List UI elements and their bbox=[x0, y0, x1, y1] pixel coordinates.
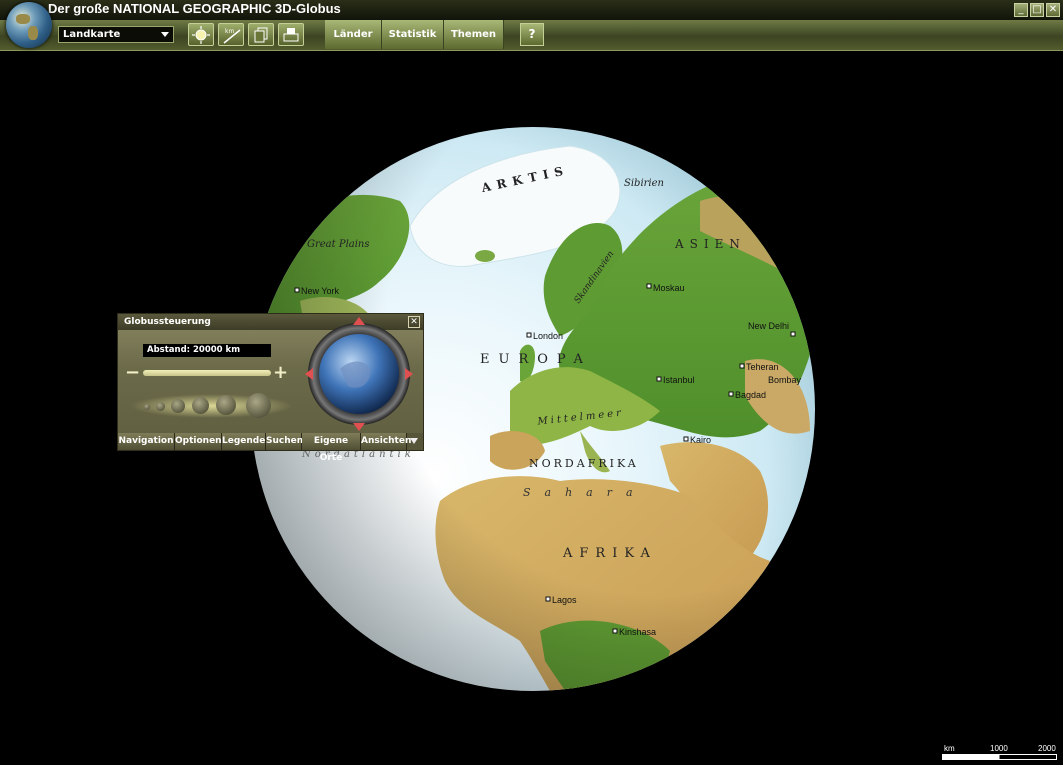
label-europa: EUROPA bbox=[480, 352, 592, 367]
tab-navigation[interactable]: Navigation bbox=[118, 433, 175, 450]
label-afrika: AFRIKA bbox=[562, 546, 657, 561]
panel-title: Globussteuerung bbox=[124, 317, 211, 327]
close-button[interactable]: ✕ bbox=[1046, 3, 1060, 17]
tab-suchen[interactable]: Suchen bbox=[266, 433, 303, 450]
copy-button[interactable] bbox=[248, 23, 274, 46]
chevron-down-icon bbox=[161, 32, 169, 37]
city-kairo[interactable]: Kairo bbox=[690, 435, 711, 445]
tab-eigene-orte[interactable]: Eigene Orte bbox=[302, 433, 361, 463]
city-moskau[interactable]: Moskau bbox=[653, 283, 685, 293]
help-button[interactable]: ? bbox=[520, 23, 544, 46]
copy-icon bbox=[254, 27, 268, 43]
label-sibirien: Sibirien bbox=[624, 178, 664, 189]
chevron-down-icon[interactable] bbox=[410, 438, 418, 444]
zoom-preset-3[interactable] bbox=[171, 399, 185, 413]
globe-control-panel: Globussteuerung ✕ Abstand: 20000 km − + bbox=[117, 313, 424, 463]
navigation-globe[interactable] bbox=[300, 314, 418, 432]
zoom-out-button[interactable]: − bbox=[125, 364, 140, 382]
svg-text:km: km bbox=[225, 28, 234, 35]
minimize-button[interactable]: _ bbox=[1014, 3, 1028, 17]
printer-icon bbox=[283, 28, 299, 42]
city-marker[interactable] bbox=[545, 596, 551, 602]
tab-laender[interactable]: Länder bbox=[325, 20, 382, 49]
toolbar: Landkarte km Länder Statistik Themen ? bbox=[0, 20, 1063, 51]
title-bar: Der große NATIONAL GEOGRAPHIC 3D-Globus … bbox=[0, 0, 1063, 20]
city-kinshasa[interactable]: Kinshasa bbox=[619, 627, 656, 637]
map-view-select[interactable]: Landkarte bbox=[58, 26, 174, 43]
zoom-slider[interactable] bbox=[143, 370, 271, 376]
sun-light-button[interactable] bbox=[188, 23, 214, 46]
city-teheran[interactable]: Teheran bbox=[746, 362, 779, 372]
city-new-delhi[interactable]: New Delhi bbox=[748, 321, 789, 331]
city-marker[interactable] bbox=[646, 283, 652, 289]
label-sahara: Sahara bbox=[523, 486, 647, 499]
tab-themen[interactable]: Themen bbox=[444, 20, 504, 49]
print-button[interactable] bbox=[278, 23, 304, 46]
arrow-up-icon[interactable] bbox=[353, 317, 365, 325]
tab-statistik[interactable]: Statistik bbox=[382, 20, 444, 49]
city-bombay[interactable]: Bombay bbox=[768, 375, 802, 385]
city-marker[interactable] bbox=[728, 391, 734, 397]
map-view-select-value: Landkarte bbox=[63, 29, 121, 40]
ruler-km-icon: km bbox=[223, 28, 241, 44]
app-title: Der große NATIONAL GEOGRAPHIC 3D-Globus bbox=[48, 1, 341, 16]
scale-tick-2000: 2000 bbox=[1038, 744, 1056, 753]
tab-ansichten[interactable]: Ansichten bbox=[361, 433, 411, 450]
city-marker[interactable] bbox=[612, 628, 618, 634]
zoom-in-button[interactable]: + bbox=[273, 364, 288, 382]
label-nordafrika: NORDAFRIKA bbox=[529, 457, 639, 470]
city-marker[interactable] bbox=[790, 331, 796, 337]
zoom-preset-2[interactable] bbox=[156, 402, 165, 411]
zoom-preset-4[interactable] bbox=[192, 397, 209, 414]
city-istanbul[interactable]: Istanbul bbox=[663, 375, 695, 385]
city-marker[interactable] bbox=[294, 287, 300, 293]
city-marker[interactable] bbox=[526, 332, 532, 338]
measure-distance-button[interactable]: km bbox=[218, 23, 244, 46]
zoom-preset-6[interactable] bbox=[246, 393, 271, 418]
scale-tick-1000: 1000 bbox=[990, 744, 1008, 753]
tab-optionen[interactable]: Optionen bbox=[175, 433, 222, 450]
city-london[interactable]: London bbox=[533, 331, 563, 341]
scale-unit: km bbox=[944, 744, 955, 753]
city-marker[interactable] bbox=[683, 436, 689, 442]
national-geographic-globe-logo bbox=[6, 2, 52, 48]
distance-readout: Abstand: 20000 km bbox=[143, 344, 271, 357]
scale-line bbox=[942, 754, 1057, 760]
scale-bar: km 1000 2000 bbox=[942, 744, 1057, 762]
zoom-preset-5[interactable] bbox=[216, 395, 236, 415]
city-marker[interactable] bbox=[739, 363, 745, 369]
city-lagos[interactable]: Lagos bbox=[552, 595, 577, 605]
city-new-york[interactable]: New York bbox=[301, 286, 340, 296]
zoom-preset-1[interactable] bbox=[144, 404, 150, 410]
label-asien: ASIEN bbox=[674, 237, 746, 251]
maximize-button[interactable]: □ bbox=[1030, 3, 1044, 17]
arrow-down-icon[interactable] bbox=[353, 423, 365, 431]
city-marker[interactable] bbox=[656, 376, 662, 382]
tab-legende[interactable]: Legende bbox=[222, 433, 266, 450]
city-bagdad[interactable]: Bagdad bbox=[735, 390, 766, 400]
label-great-plains: Great Plains bbox=[307, 239, 370, 250]
sun-icon bbox=[192, 26, 210, 44]
panel-tab-bar: Navigation Optionen Legende Suchen Eigen… bbox=[118, 433, 423, 463]
